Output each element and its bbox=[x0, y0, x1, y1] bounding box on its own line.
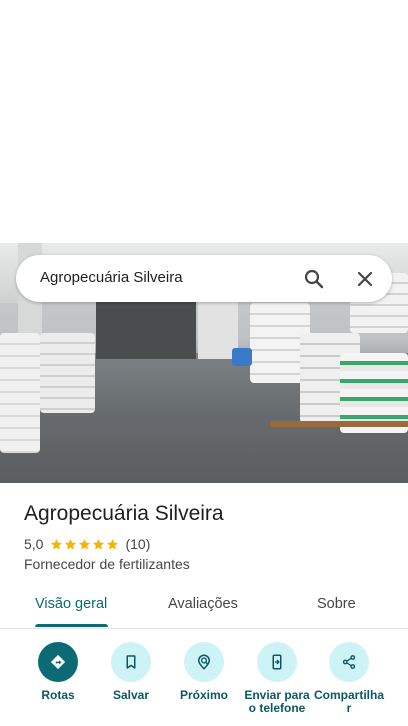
save-label: Salvar bbox=[112, 688, 150, 702]
photo-pallet-jack bbox=[232, 348, 252, 366]
directions-label: Rotas bbox=[41, 688, 75, 702]
directions-icon[interactable] bbox=[38, 642, 78, 682]
rating-stars bbox=[50, 538, 120, 551]
tab-overview[interactable]: Visão geral bbox=[35, 596, 107, 612]
send-to-phone-label: Enviar para o telefone bbox=[244, 688, 310, 715]
nearby-button[interactable]: Próximo bbox=[169, 642, 239, 702]
star-icon bbox=[79, 538, 91, 549]
star-icon bbox=[93, 538, 105, 549]
review-count[interactable]: (10) bbox=[125, 536, 150, 552]
nearby-icon[interactable] bbox=[184, 642, 224, 682]
send-to-phone-button[interactable]: Enviar para o telefone bbox=[242, 642, 312, 715]
photo-door bbox=[96, 301, 196, 359]
nearby-label: Próximo bbox=[179, 688, 228, 702]
share-label: Compartilhar bbox=[314, 688, 385, 715]
tab-bar: Visão geral Avaliações Sobre bbox=[0, 586, 408, 629]
share-icon[interactable] bbox=[329, 642, 369, 682]
bookmark-icon[interactable] bbox=[111, 642, 151, 682]
save-button[interactable]: Salvar bbox=[96, 642, 166, 702]
rating-value: 5,0 bbox=[24, 536, 44, 552]
star-icon bbox=[51, 538, 63, 549]
photo-bag-stack bbox=[0, 333, 40, 453]
search-query[interactable]: Agropecuária Silveira bbox=[40, 269, 183, 287]
send-to-phone-icon[interactable] bbox=[257, 642, 297, 682]
star-icon bbox=[107, 538, 119, 549]
tab-indicator bbox=[35, 624, 108, 627]
tab-reviews[interactable]: Avaliações bbox=[168, 596, 238, 612]
star-icon bbox=[65, 538, 77, 549]
place-category: Fornecedor de fertilizantes bbox=[24, 556, 190, 572]
map-area bbox=[0, 0, 408, 243]
photo-bag-stack bbox=[40, 333, 95, 413]
photo-pallet bbox=[270, 421, 408, 427]
search-icon[interactable] bbox=[302, 267, 326, 291]
share-button[interactable]: Compartilhar bbox=[314, 642, 384, 715]
tab-about[interactable]: Sobre bbox=[317, 596, 356, 612]
search-bar[interactable]: Agropecuária Silveira bbox=[16, 255, 392, 302]
rating-row[interactable]: 5,0 (10) bbox=[24, 536, 150, 552]
place-title: Agropecuária Silveira bbox=[24, 502, 224, 525]
close-icon[interactable] bbox=[353, 267, 377, 291]
directions-button[interactable]: Rotas bbox=[23, 642, 93, 702]
